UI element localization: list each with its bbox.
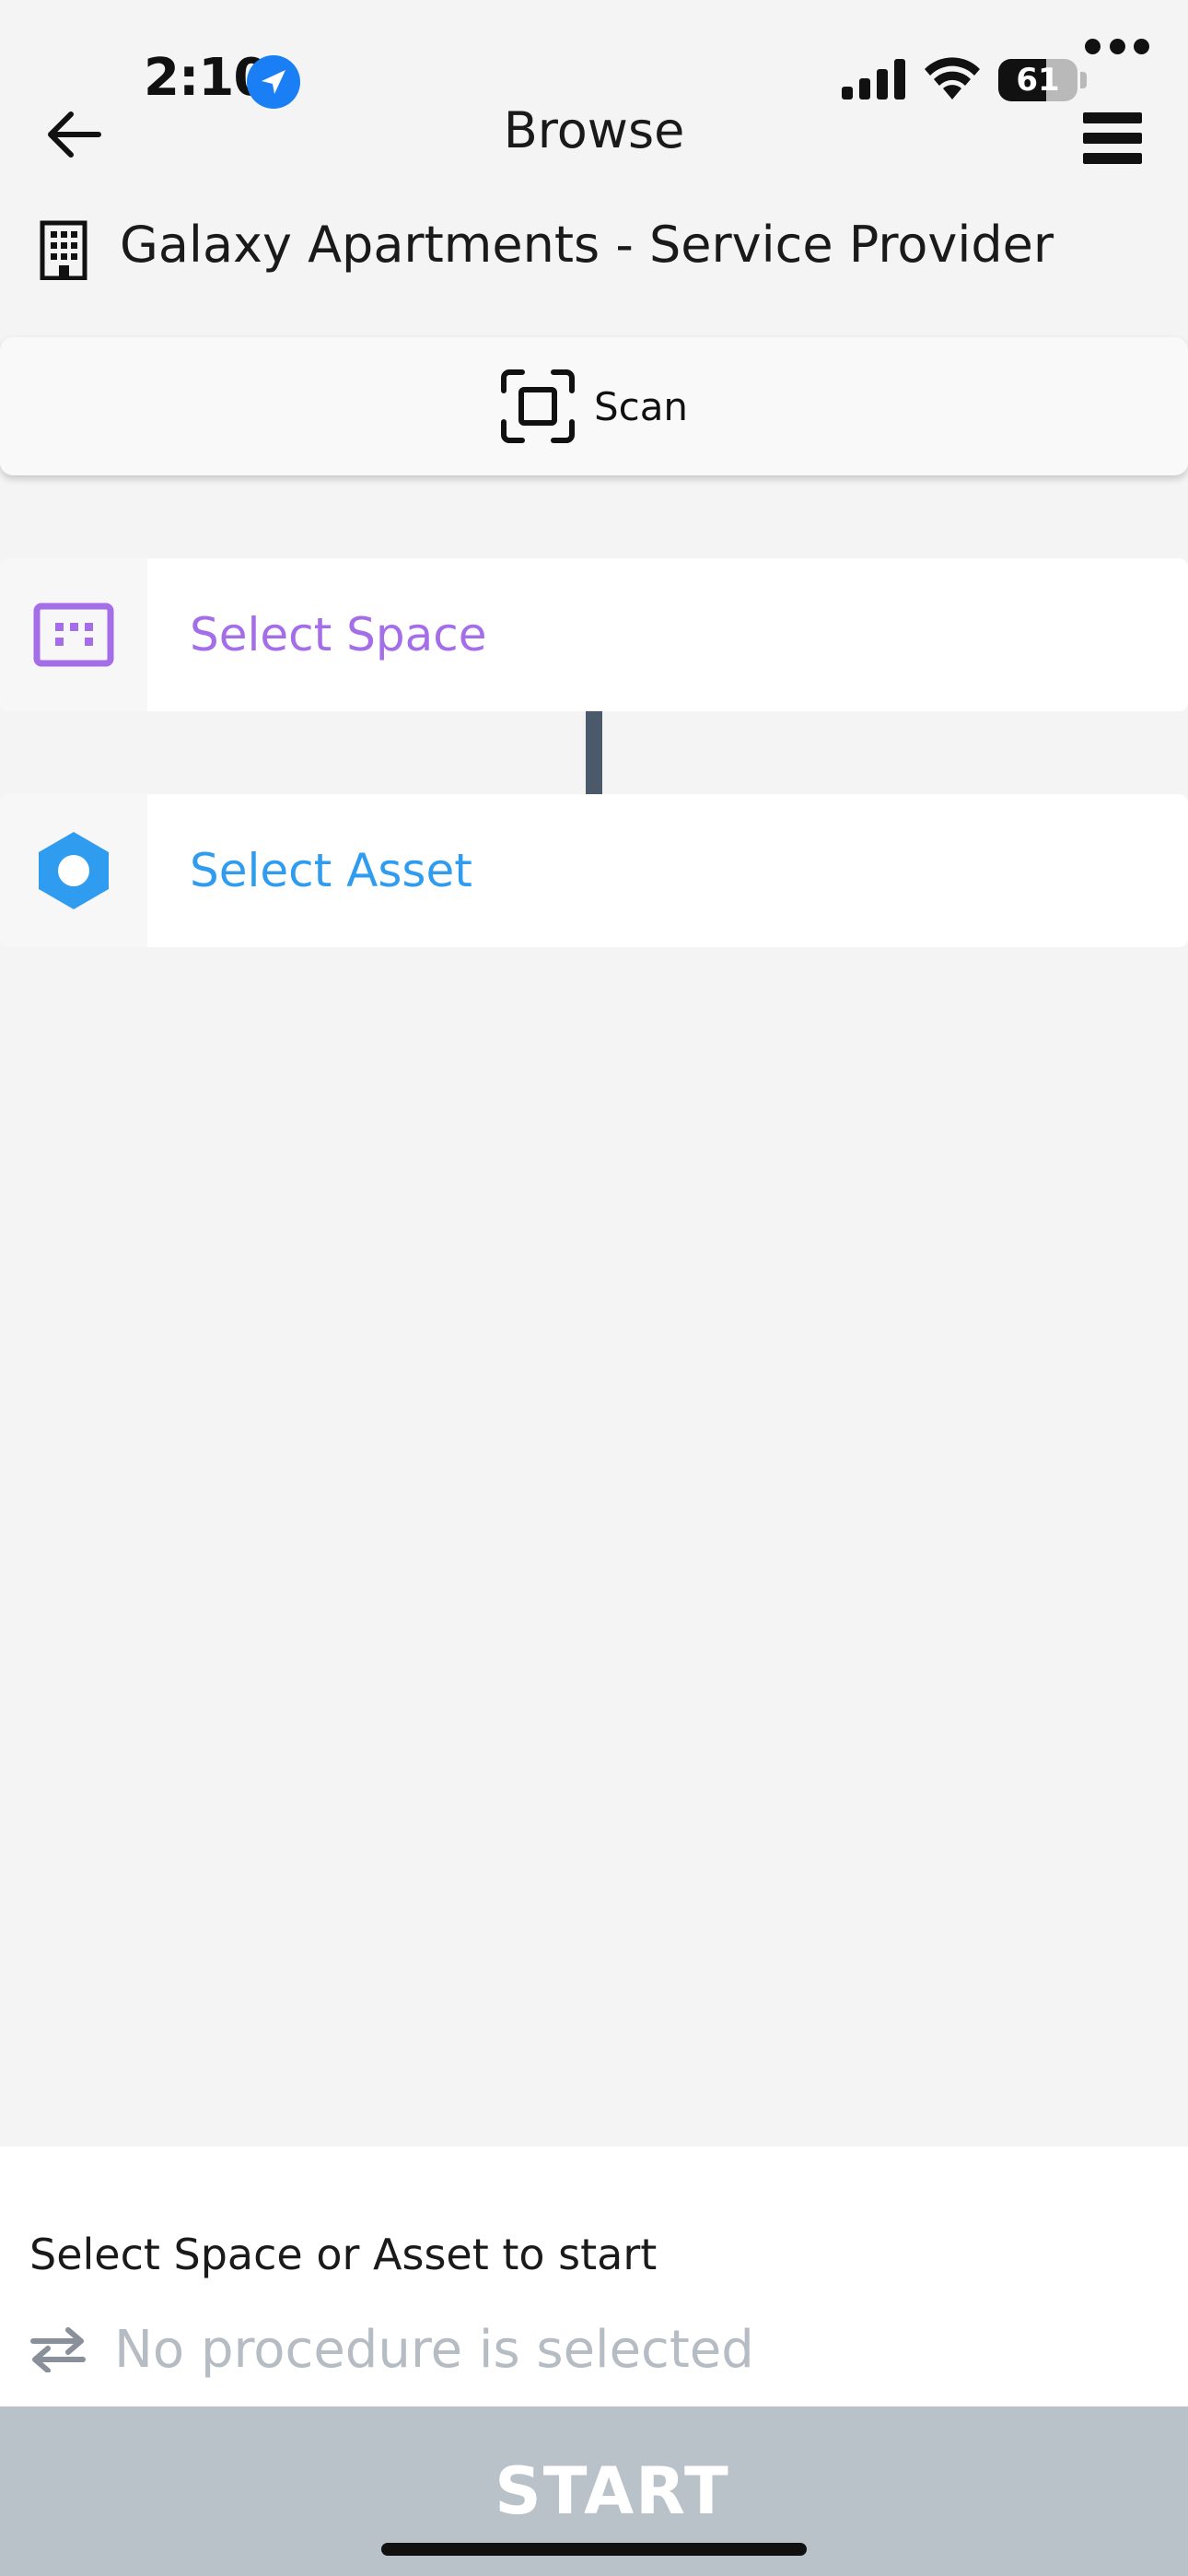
wifi-icon: [925, 57, 980, 100]
scan-frame-icon: [500, 369, 575, 443]
select-asset-label: Select Asset: [190, 844, 472, 897]
swap-arrows-icon: [30, 2327, 86, 2372]
more-options-button[interactable]: [1085, 28, 1149, 64]
battery-level: 61: [1016, 62, 1060, 99]
scan-label: Scan: [593, 383, 689, 429]
select-asset-row[interactable]: Select Asset: [0, 794, 1188, 947]
site-selector[interactable]: Galaxy Apartments - Service Provider: [0, 205, 1188, 297]
site-name: Galaxy Apartments - Service Provider: [120, 216, 1054, 274]
procedure-status: No procedure is selected: [114, 2319, 754, 2380]
select-space-label: Select Space: [190, 608, 487, 662]
scan-button[interactable]: Scan: [0, 337, 1188, 475]
procedure-selector[interactable]: No procedure is selected: [29, 2313, 754, 2386]
hexagon-asset-icon: [39, 832, 109, 909]
battery-icon: 61: [998, 59, 1087, 101]
more-horizontal-icon: [1085, 38, 1101, 54]
cellular-signal-icon: [842, 59, 905, 100]
space-asset-connector: [586, 711, 602, 794]
page-title: Browse: [503, 101, 685, 159]
hamburger-menu-icon: [1083, 112, 1142, 123]
select-space-row[interactable]: Select Space: [0, 558, 1188, 711]
start-hint: Select Space or Asset to start: [29, 2230, 658, 2279]
space-icon: [33, 603, 114, 667]
menu-button[interactable]: [1083, 101, 1157, 175]
home-indicator[interactable]: [381, 2543, 807, 2556]
building-icon: [40, 220, 87, 280]
